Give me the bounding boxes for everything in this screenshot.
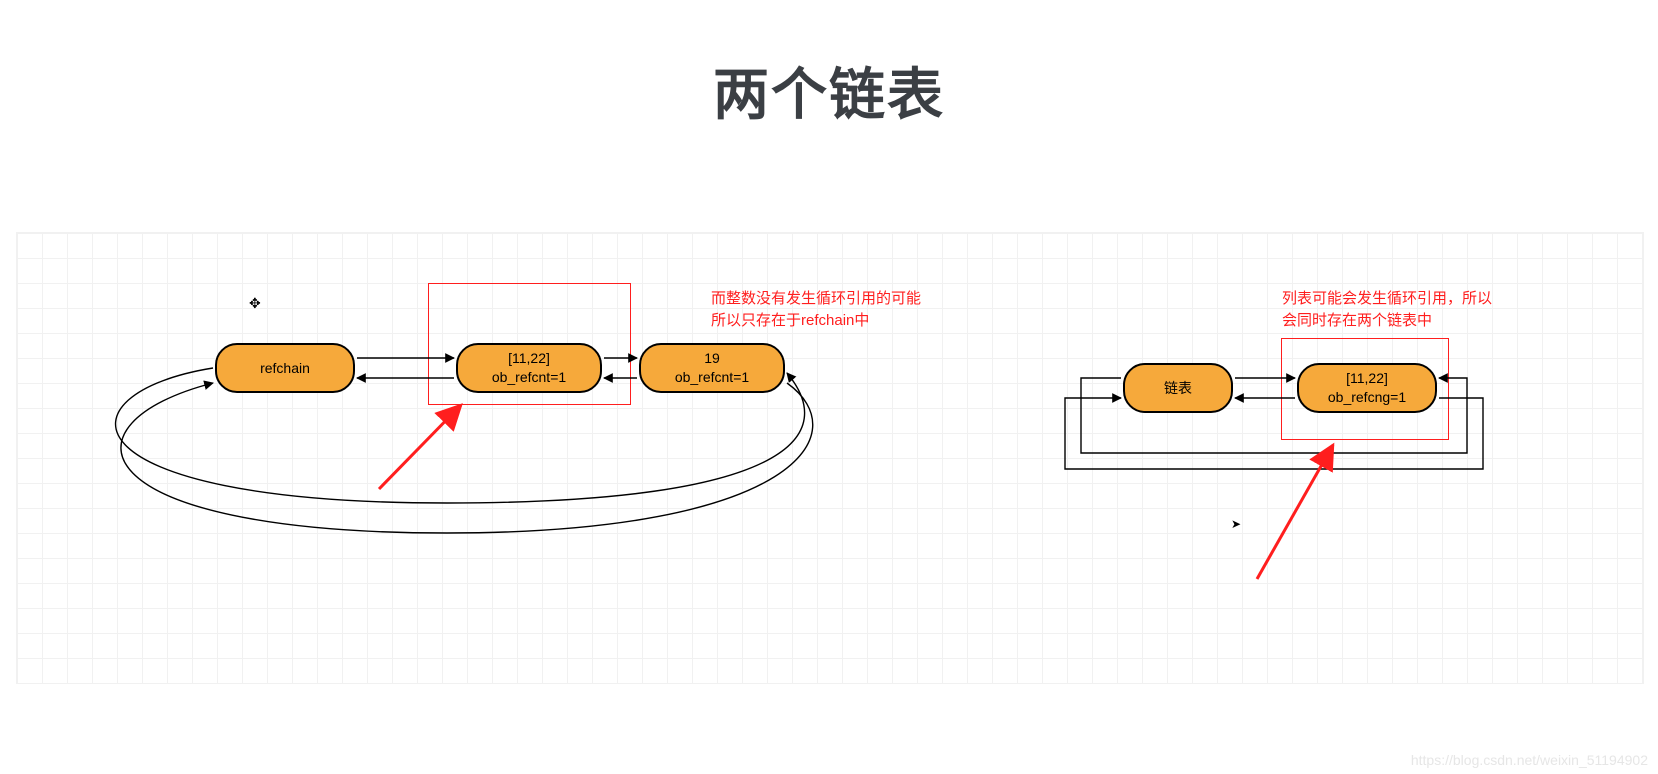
node-list-1122-right: [11,22] ob_refcng=1 bbox=[1297, 363, 1437, 413]
red-arrow-left bbox=[379, 405, 461, 489]
annotation-left: 而整数没有发生循环引用的可能 所以只存在于refchain中 bbox=[711, 288, 921, 332]
node-list-1122-left-line2: ob_refcnt=1 bbox=[492, 368, 566, 387]
diagram-canvas: ✥ refchain [11,22] ob_refcnt=1 19 ob_ref… bbox=[16, 232, 1644, 684]
cursor-icon: ➤ bbox=[1231, 517, 1241, 531]
loop-bottom-right-to-left bbox=[121, 383, 813, 533]
node-list-1122-left-line1: [11,22] bbox=[508, 349, 550, 368]
node-int-19-line1: 19 bbox=[704, 349, 720, 368]
move-icon: ✥ bbox=[249, 295, 261, 312]
annotation-right: 列表可能会发生循环引用，所以 会同时存在两个链表中 bbox=[1282, 288, 1492, 332]
node-refchain: refchain bbox=[215, 343, 355, 393]
diagram-title: 两个链表 bbox=[0, 50, 1658, 131]
node-list-1122-right-line2: ob_refcng=1 bbox=[1328, 388, 1406, 407]
node-linkedlist-label: 链表 bbox=[1164, 379, 1192, 398]
node-linkedlist: 链表 bbox=[1123, 363, 1233, 413]
red-arrow-right bbox=[1257, 445, 1333, 579]
node-list-1122-right-line1: [11,22] bbox=[1346, 369, 1388, 388]
node-int-19-line2: ob_refcnt=1 bbox=[675, 368, 749, 387]
node-list-1122-left: [11,22] ob_refcnt=1 bbox=[456, 343, 602, 393]
watermark: https://blog.csdn.net/weixin_51194902 bbox=[1411, 752, 1648, 768]
node-refchain-label: refchain bbox=[260, 359, 310, 378]
node-int-19: 19 ob_refcnt=1 bbox=[639, 343, 785, 393]
